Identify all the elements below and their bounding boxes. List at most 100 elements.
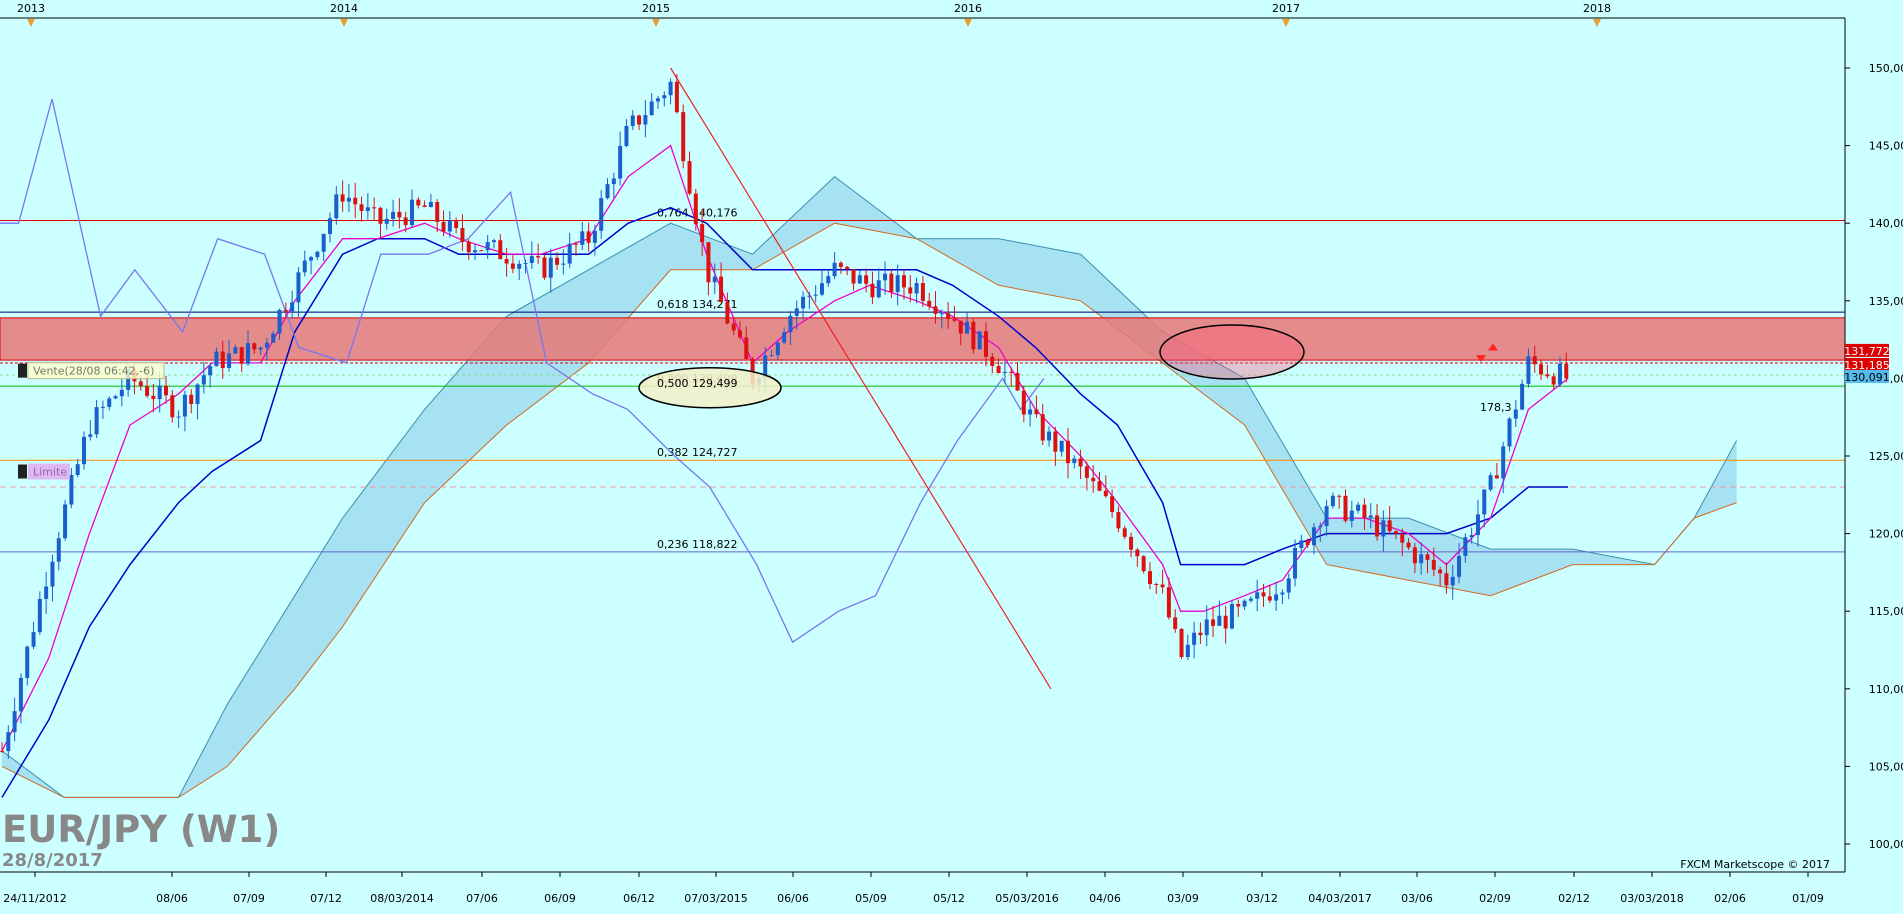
candle-body xyxy=(946,313,951,319)
time-tick-label: 04/06 xyxy=(1089,892,1121,905)
candle-body xyxy=(592,230,597,243)
candle-body xyxy=(1299,540,1304,549)
candle-body xyxy=(1217,615,1222,626)
time-tick-label: 06/12 xyxy=(623,892,655,905)
candle-body xyxy=(1015,372,1020,391)
time-tick-label: 08/06 xyxy=(156,892,188,905)
candle-body xyxy=(1356,504,1361,511)
candle-body xyxy=(1381,520,1386,537)
candle-body xyxy=(1110,496,1115,513)
candle-body xyxy=(283,309,288,312)
candle-body xyxy=(788,315,793,333)
time-tick-label: 05/09 xyxy=(855,892,887,905)
candle-body xyxy=(819,283,824,295)
candle-body xyxy=(580,231,585,245)
candle-body xyxy=(832,262,837,277)
candle-body xyxy=(220,351,225,369)
year-label: 2016 xyxy=(954,2,982,15)
candle-body xyxy=(611,178,616,185)
candle-body xyxy=(1129,536,1134,550)
candle-body xyxy=(416,199,421,206)
candle-body xyxy=(6,732,11,752)
candle-body xyxy=(933,306,938,314)
candle-body xyxy=(403,217,408,226)
candle-body xyxy=(359,204,364,211)
candle-body xyxy=(700,224,705,243)
candle-body xyxy=(662,95,667,99)
candle-body xyxy=(517,263,522,269)
time-tick-label: 06/06 xyxy=(777,892,809,905)
time-tick-label: 07/03/2015 xyxy=(684,892,747,905)
candle-body xyxy=(0,750,4,752)
limit-order-handle[interactable] xyxy=(18,464,27,479)
candle-body xyxy=(1343,495,1348,521)
year-label: 2014 xyxy=(330,2,358,15)
candle-body xyxy=(44,586,49,599)
candle-body xyxy=(309,257,314,261)
candle-body xyxy=(460,228,465,242)
time-tick-label: 03/12 xyxy=(1246,892,1278,905)
candle-body xyxy=(1267,596,1272,601)
price-tick-label: 100,00 xyxy=(1869,838,1903,851)
candle-body xyxy=(637,115,642,125)
candle-body xyxy=(731,323,736,331)
time-tick-label: 06/09 xyxy=(544,892,576,905)
candle-body xyxy=(725,302,730,324)
candle-body xyxy=(353,197,358,205)
candle-body xyxy=(327,218,332,234)
candle-body xyxy=(1419,554,1424,564)
time-tick-label: 24/11/2012 xyxy=(3,892,66,905)
candle-body xyxy=(63,504,68,539)
candle-body xyxy=(258,347,263,350)
candle-body xyxy=(1545,374,1550,377)
candle-body xyxy=(1147,571,1152,585)
candle-body xyxy=(529,256,534,264)
candle-body xyxy=(1337,495,1342,497)
price-tick-label: 115,00 xyxy=(1869,605,1903,618)
candle-body xyxy=(214,351,219,367)
candle-body xyxy=(195,384,200,405)
candle-body xyxy=(599,198,604,231)
candle-body xyxy=(245,343,250,364)
time-tick-label: 05/03/2016 xyxy=(995,892,1058,905)
candle-body xyxy=(1482,489,1487,515)
candle-body xyxy=(1192,632,1197,645)
sell-order-handle[interactable] xyxy=(18,363,27,378)
candle-body xyxy=(113,396,118,399)
candle-body xyxy=(151,395,156,400)
time-tick-label: 04/03/2017 xyxy=(1308,892,1371,905)
candle-body xyxy=(163,385,168,396)
candle-body xyxy=(1166,587,1171,618)
year-label: 2018 xyxy=(1583,2,1611,15)
candle-body xyxy=(958,320,963,334)
candle-body xyxy=(1475,514,1480,536)
candle-body xyxy=(1539,364,1544,375)
eurjpy-weekly-chart[interactable]: 0,764 140,1760,618 134,2710,500 129,4990… xyxy=(0,0,1903,910)
candle-body xyxy=(384,218,389,224)
candle-body xyxy=(1400,533,1405,543)
price-tick-label: 150,00 xyxy=(1869,62,1903,75)
year-label: 2015 xyxy=(642,2,670,15)
candle-body xyxy=(1065,440,1070,464)
candle-body xyxy=(624,125,629,146)
candle-body xyxy=(510,263,515,269)
candle-body xyxy=(687,161,692,194)
candle-body xyxy=(971,321,976,350)
candle-body xyxy=(668,81,673,96)
candle-body xyxy=(1293,548,1298,579)
candle-body xyxy=(227,353,232,369)
candle-body xyxy=(1438,569,1443,574)
candle-body xyxy=(1501,446,1506,479)
candle-body xyxy=(391,211,396,219)
candle-body xyxy=(605,184,610,199)
candle-body xyxy=(1091,477,1096,482)
candle-body xyxy=(447,220,452,232)
candle-body xyxy=(801,296,806,309)
candle-body xyxy=(1103,490,1108,497)
candle-body xyxy=(573,243,578,245)
candle-body xyxy=(1229,604,1234,629)
candle-body xyxy=(94,407,99,435)
candle-body xyxy=(491,240,496,243)
candle-body xyxy=(1286,578,1291,593)
candle-body xyxy=(88,434,93,437)
